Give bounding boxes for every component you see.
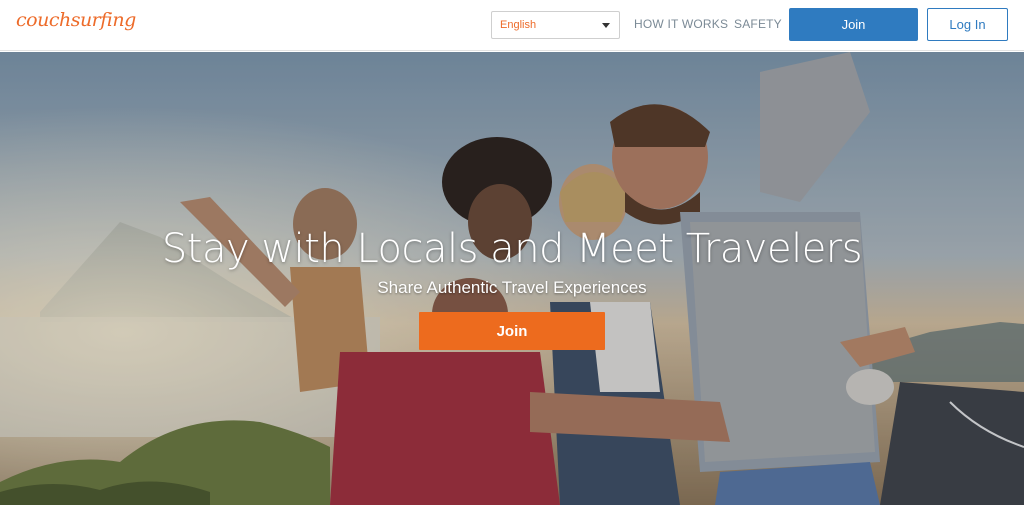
nav-how-it-works[interactable]: HOW IT WORKS bbox=[634, 17, 728, 31]
couchsurfing-logo[interactable]: couchsurfing bbox=[16, 9, 136, 31]
hero-subtitle: Share Authentic Travel Experiences bbox=[377, 278, 647, 297]
caret-down-icon bbox=[602, 23, 610, 28]
hero-banner: Stay with Locals and Meet Travelers Shar… bbox=[0, 52, 1024, 505]
join-button-hero[interactable]: Join bbox=[419, 312, 605, 350]
join-button-header[interactable]: Join bbox=[789, 8, 918, 41]
login-button[interactable]: Log In bbox=[927, 8, 1008, 41]
hero-title: Stay with Locals and Meet Travelers bbox=[161, 226, 863, 272]
language-select-value: English bbox=[500, 19, 537, 31]
site-header: couchsurfing English HOW IT WORKS SAFETY… bbox=[0, 0, 1024, 51]
language-select[interactable]: English bbox=[491, 11, 620, 39]
nav-safety[interactable]: SAFETY bbox=[734, 17, 782, 31]
